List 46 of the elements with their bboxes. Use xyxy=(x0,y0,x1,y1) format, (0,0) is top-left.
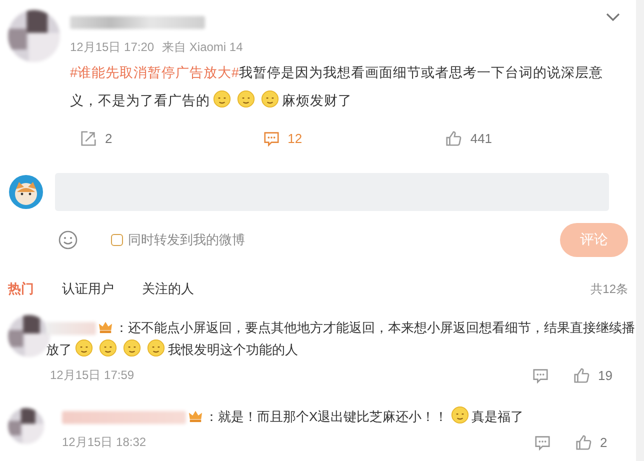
comment-text: 我暂停是因为我想看画面细节或者思考一下台词的说深层意 xyxy=(239,65,604,80)
comment-text: 放了 xyxy=(46,342,72,357)
comment-text: ：就是！而且那个X退出键比芝麻还小！！ xyxy=(205,409,448,424)
count-text: 2 xyxy=(105,130,112,146)
emoji-icon xyxy=(261,90,279,108)
comment-text: 我恨发明这个功能的人 xyxy=(168,342,298,357)
comment-time: 12月15日 17:59 xyxy=(50,367,134,384)
count-text: 441 xyxy=(470,130,492,146)
thumbs-up-icon[interactable] xyxy=(573,367,590,384)
comment-time: 12月15日 18:32 xyxy=(62,434,146,451)
tab[interactable]: 热门 xyxy=(8,280,34,298)
comment-text: 麻烦发财了 xyxy=(282,93,352,108)
emoji-icon xyxy=(147,339,165,357)
post-time: 12月15日 17:20 xyxy=(70,39,154,56)
share-icon[interactable] xyxy=(80,130,97,146)
checkbox[interactable] xyxy=(111,234,123,246)
emoji-icon xyxy=(450,406,469,424)
emoji-icon xyxy=(237,90,255,108)
checkbox-label: 同时转发到我的微博 xyxy=(128,231,245,249)
avatar[interactable] xyxy=(8,408,44,444)
tab[interactable]: 关注的人 xyxy=(142,280,194,298)
emoji-icon xyxy=(75,339,93,357)
emoji-picker-icon[interactable] xyxy=(58,230,78,250)
comment-count: 共12条 xyxy=(590,280,628,298)
tab[interactable]: 认证用户 xyxy=(62,280,114,298)
like-count: 2 xyxy=(600,435,608,450)
thumbs-up-icon[interactable] xyxy=(575,434,592,451)
chevron-down-icon[interactable] xyxy=(606,12,620,22)
emoji-icon xyxy=(213,90,231,108)
post-source: 来自 Xiaomi 14 xyxy=(162,39,243,56)
comment-text: ：还不能点小屏返回，要点其他地方才能返回，本来想小屏返回想看细节，结果直接继续播 xyxy=(115,320,635,335)
like-count: 19 xyxy=(598,368,612,383)
redacted-name xyxy=(46,322,96,336)
hashtag-link[interactable]: #谁能先取消暂停广告放大# xyxy=(70,65,240,80)
emoji-icon xyxy=(99,339,117,357)
comment-icon[interactable] xyxy=(532,367,549,384)
thumbs-up-icon[interactable] xyxy=(445,130,462,146)
comment-icon[interactable] xyxy=(534,434,551,451)
comment-text: 义，不是为了看广告的 xyxy=(70,93,210,108)
emoji-icon xyxy=(123,339,141,357)
crown-badge-icon xyxy=(98,319,113,334)
comment-text: 真是福了 xyxy=(472,409,524,424)
comment-icon[interactable] xyxy=(262,130,280,146)
avatar[interactable] xyxy=(8,10,60,62)
count-text: 12 xyxy=(288,130,302,146)
crown-badge-icon xyxy=(188,408,203,423)
